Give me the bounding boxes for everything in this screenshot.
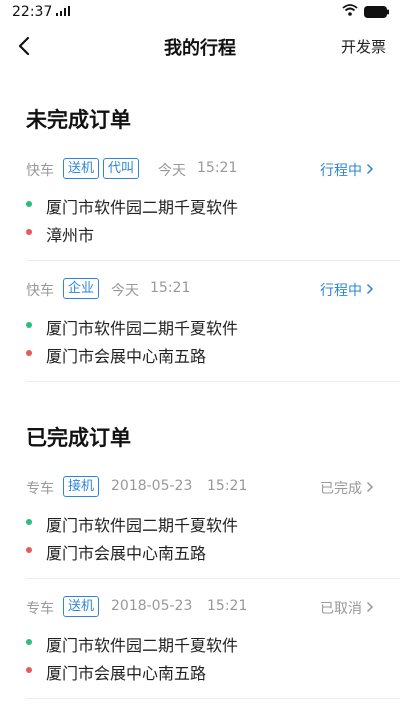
route-to-text: 漳州市 <box>46 226 95 245</box>
route-from-text: 厦门市软件园二期千夏软件 <box>46 319 239 338</box>
order-category: 快车 <box>26 163 54 179</box>
order-tags: 接机 <box>63 476 103 497</box>
order-status-link[interactable]: 已取消 <box>320 598 374 618</box>
wifi-icon <box>342 4 358 16</box>
order-time: 15:21 <box>197 160 238 176</box>
start-point-dot <box>26 519 32 525</box>
route-to-text: 厦门市会展中心南五路 <box>46 347 207 366</box>
order-status: 行程中 <box>320 163 362 179</box>
chevron-right-icon <box>366 481 374 493</box>
order-category: 快车 <box>26 283 54 299</box>
chevron-right-icon <box>366 601 374 613</box>
status-time: 22:37 <box>12 4 53 20</box>
order-date: 2018-05-23 <box>111 478 193 494</box>
pending-orders-title: 未完成订单 <box>26 108 131 132</box>
chevron-right-icon <box>366 163 374 175</box>
order-date: 2018-05-23 <box>111 598 193 614</box>
order-meta: 快车 送机 代叫 今天 15:21 行程中 <box>26 158 374 180</box>
route-from-text: 厦门市软件园二期千夏软件 <box>46 636 239 655</box>
order-category: 专车 <box>26 481 54 497</box>
order-date: 今天 <box>158 163 186 179</box>
order-tags: 企业 <box>63 278 103 299</box>
divider <box>26 260 400 261</box>
end-point-dot <box>26 667 32 673</box>
start-point-dot <box>26 201 32 207</box>
route-from-text: 厦门市软件园二期千夏软件 <box>46 198 239 217</box>
order-time: 15:21 <box>207 478 248 494</box>
start-point-dot <box>26 639 32 645</box>
order-card[interactable]: 快车 企业 今天 15:21 行程中 厦门市软件园二期千夏软件 厦门市会展中心南… <box>26 272 400 392</box>
order-tag: 送机 <box>63 596 100 617</box>
order-meta: 专车 送机 2018-05-23 15:21 已取消 <box>26 596 374 618</box>
order-status-link[interactable]: 已完成 <box>320 478 374 498</box>
chevron-right-icon <box>366 283 374 295</box>
signal-icon <box>56 6 70 16</box>
order-card[interactable]: 专车 接机 2018-05-23 15:21 已完成 厦门市软件园二期千夏软件 … <box>26 470 400 590</box>
order-status: 已完成 <box>320 481 362 497</box>
route-to-text: 厦门市会展中心南五路 <box>46 664 207 683</box>
order-category: 专车 <box>26 601 54 617</box>
order-time: 15:21 <box>150 280 191 296</box>
divider <box>26 578 400 579</box>
divider <box>26 698 400 699</box>
order-tags: 送机 代叫 <box>63 158 143 179</box>
order-status-link[interactable]: 行程中 <box>320 280 374 300</box>
order-time: 15:21 <box>207 598 248 614</box>
end-point-dot <box>26 350 32 356</box>
route-from-text: 厦门市软件园二期千夏软件 <box>46 516 239 535</box>
order-tag: 企业 <box>63 278 100 299</box>
invoice-button[interactable]: 开发票 <box>341 36 386 57</box>
order-date: 今天 <box>111 283 139 299</box>
order-tags: 送机 <box>63 596 103 617</box>
order-status: 已取消 <box>320 601 362 617</box>
start-point-dot <box>26 322 32 328</box>
order-card[interactable]: 专车 送机 2018-05-23 15:21 已取消 厦门市软件园二期千夏软件 … <box>26 590 400 710</box>
order-status: 行程中 <box>320 283 362 299</box>
status-bar: 22:37 <box>0 0 400 24</box>
order-tag: 接机 <box>63 476 100 497</box>
completed-orders-title: 已完成订单 <box>26 426 131 450</box>
order-status-link[interactable]: 行程中 <box>320 160 374 180</box>
battery-icon <box>364 6 389 18</box>
nav-bar: 我的行程 开发票 <box>0 26 400 66</box>
end-point-dot <box>26 547 32 553</box>
order-tag: 代叫 <box>103 158 140 179</box>
order-card[interactable]: 快车 送机 代叫 今天 15:21 行程中 厦门市软件园二期千夏软件 漳州市 <box>26 152 400 272</box>
route-to-text: 厦门市会展中心南五路 <box>46 544 207 563</box>
order-meta: 快车 企业 今天 15:21 行程中 <box>26 278 374 300</box>
order-meta: 专车 接机 2018-05-23 15:21 已完成 <box>26 476 374 498</box>
order-tag: 送机 <box>63 158 100 179</box>
end-point-dot <box>26 229 32 235</box>
divider <box>26 381 400 382</box>
